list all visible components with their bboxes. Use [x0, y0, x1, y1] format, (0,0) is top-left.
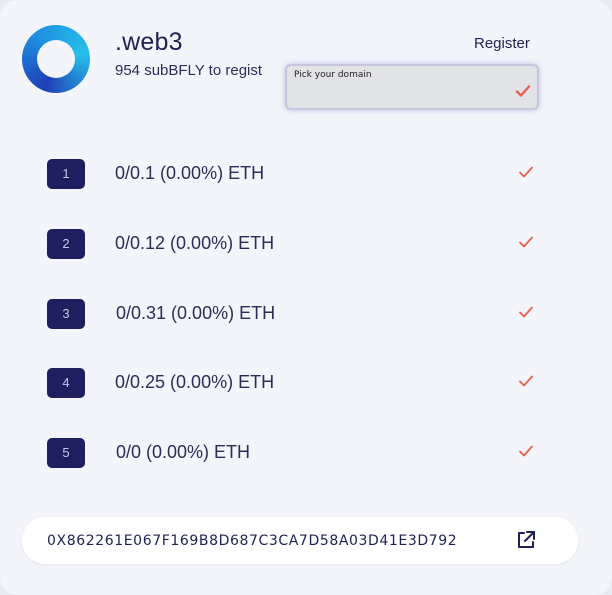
- tier-index-badge: 4: [47, 368, 85, 398]
- tier-index-badge: 1: [47, 159, 85, 189]
- tier-row: 3 0/0.31 (0.00%) ETH: [0, 299, 612, 333]
- check-icon[interactable]: [518, 165, 534, 179]
- check-icon[interactable]: [518, 235, 534, 249]
- tier-row: 4 0/0.25 (0.00%) ETH: [0, 368, 612, 402]
- check-icon[interactable]: [518, 444, 534, 458]
- tier-row: 1 0/0.1 (0.00%) ETH: [0, 159, 612, 193]
- check-icon[interactable]: [518, 305, 534, 319]
- tier-row: 2 0/0.12 (0.00%) ETH: [0, 229, 612, 263]
- register-button[interactable]: Register: [474, 35, 530, 52]
- tier-index-badge: 2: [47, 229, 85, 259]
- check-icon[interactable]: [518, 374, 534, 388]
- ring-logo-icon: [22, 25, 90, 93]
- tier-row: 5 0/0 (0.00%) ETH: [0, 438, 612, 472]
- page-title: .web3: [115, 28, 183, 56]
- tier-amount: 0/0.1 (0.00%) ETH: [115, 163, 265, 183]
- domain-card: .web3 954 subBFLY to regist Register Pic…: [0, 0, 612, 595]
- domain-picker-dropdown[interactable]: Pick your domain: [285, 64, 539, 110]
- tier-amount: 0/0.12 (0.00%) ETH: [115, 233, 275, 253]
- domain-picker-placeholder: Pick your domain: [294, 70, 372, 80]
- tier-amount: 0/0 (0.00%) ETH: [116, 442, 251, 462]
- tier-index-badge: 5: [47, 438, 85, 468]
- check-icon: [515, 85, 531, 97]
- external-link-icon[interactable]: [515, 529, 537, 551]
- tier-index-badge: 3: [47, 299, 85, 329]
- tier-amount: 0/0.25 (0.00%) ETH: [115, 372, 275, 392]
- contract-address: 0X862261E067F169B8D687C3CA7D58A03D41E3D7…: [47, 533, 458, 549]
- tier-amount: 0/0.31 (0.00%) ETH: [116, 303, 276, 323]
- subtitle: 954 subBFLY to regist: [115, 62, 263, 79]
- contract-address-bar: 0X862261E067F169B8D687C3CA7D58A03D41E3D7…: [22, 517, 578, 564]
